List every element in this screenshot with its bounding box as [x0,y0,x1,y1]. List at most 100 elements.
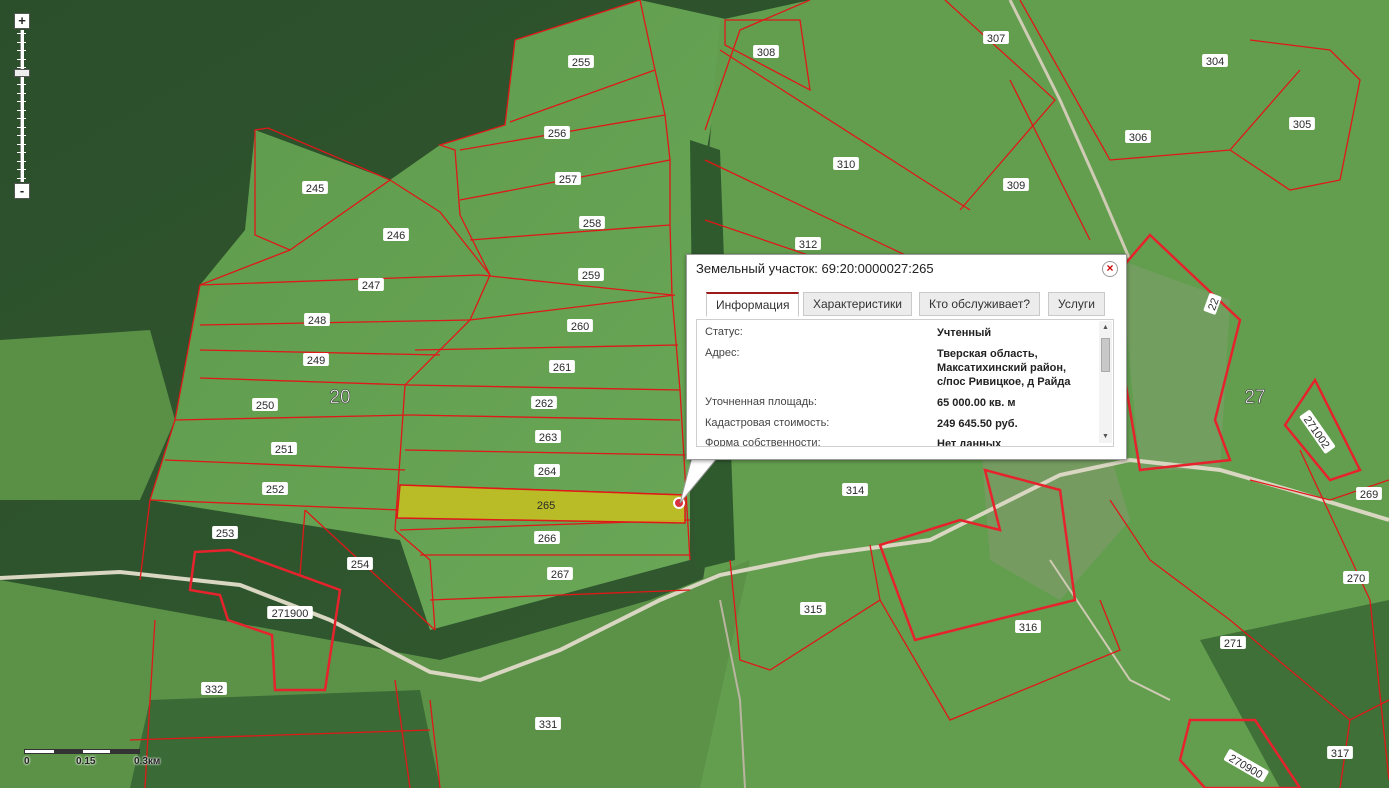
quarter-label-27: 27 [1244,387,1265,408]
zoom-tick [17,41,26,43]
zoom-tick [17,135,26,136]
plot-label-text: 305 [1293,119,1311,131]
scale-label-start: 0 [24,756,30,767]
plot-label-332: 332 [201,682,227,696]
plot-label-text: 332 [205,684,223,696]
plot-label-251: 251 [271,442,297,456]
info-key: Кадастровая стоимость: [705,417,830,429]
tab-information[interactable]: Информация [706,292,800,317]
plot-label-text: 246 [387,230,405,242]
zoom-tick [17,160,26,162]
plot-label-text: 271 [1224,638,1242,650]
scrollbar-thumb[interactable] [1101,338,1110,372]
plot-label-307: 307 [983,31,1009,45]
plot-label-text: 269 [1360,489,1378,501]
zoom-tick [17,143,26,145]
plot-label-245: 245 [302,181,328,195]
plot-label-255: 255 [568,55,594,69]
plot-label-text: 315 [804,604,822,616]
zoom-out-button[interactable]: - [14,183,30,199]
zoom-tick [17,152,26,153]
plot-label-text: 267 [551,569,569,581]
plot-label-269: 269 [1356,487,1382,501]
scale-segment [24,749,56,754]
zoom-tick [17,58,26,60]
scroll-up-icon[interactable]: ▲ [1101,323,1110,332]
plot-label-text: 250 [256,400,274,412]
scale-segment [110,749,140,754]
plot-label-text: 304 [1206,56,1224,68]
plot-label-text: 254 [351,559,369,571]
scale-bar: 0 0.15 0.3км [24,746,194,772]
plot-label-308: 308 [753,45,779,59]
tab-characteristics[interactable]: Характеристики [803,292,912,316]
plot-label-306: 306 [1125,130,1151,144]
plot-label-317: 317 [1327,746,1353,760]
info-key: Форма собственности: [705,437,821,447]
plot-label-258: 258 [579,216,605,230]
plot-label-259: 259 [578,268,604,282]
plot-label-256: 256 [544,126,570,140]
plot-label-252: 252 [262,482,288,496]
info-value: Тверская область, Максатихинский район, … [937,348,1071,388]
plot-label-270: 270 [1343,571,1369,585]
plot-label-266: 266 [534,531,560,545]
zoom-tick [17,126,26,128]
zoom-slider-track[interactable] [20,30,24,182]
plot-label-331: 331 [535,717,561,731]
plot-label-text: 307 [987,33,1005,45]
plot-label-text: 316 [1019,622,1037,634]
info-key: Статус: [705,326,743,338]
plot-label-304: 304 [1202,54,1228,68]
plot-label-267: 267 [547,567,573,581]
zoom-tick [17,118,26,119]
plot-label-264: 264 [534,464,560,478]
plot-label-text: 263 [539,432,557,444]
zoom-tick [17,92,26,94]
zoom-tick [17,101,26,102]
plot-label-254: 254 [347,557,373,571]
plot-label-249: 249 [303,353,329,367]
tab-services[interactable]: Услуги [1048,292,1105,316]
plot-label-text: 249 [307,355,325,367]
scale-segment [82,749,112,754]
plot-label-text: 310 [837,159,855,171]
scale-segment [54,749,84,754]
info-value: Нет данных [937,438,1002,447]
plot-label-text: 252 [266,484,284,496]
zoom-tick [17,169,26,170]
zoom-tick [17,50,26,51]
info-value: 65 000.00 кв. м [937,397,1016,409]
zoom-slider-handle[interactable] [14,69,30,77]
quarter-label-20: 20 [329,387,350,408]
scale-label-end: 0.3км [134,756,161,767]
plot-label-310: 310 [833,157,859,171]
close-button[interactable]: × [1102,261,1118,277]
plot-label-text: 262 [535,398,553,410]
plot-label-text: 258 [583,218,601,230]
plot-label-263: 263 [535,430,561,444]
plot-label-253: 253 [212,526,238,540]
field-area-west [0,330,175,500]
plot-label-257: 257 [555,172,581,186]
zoom-tick [17,33,26,34]
info-panel[interactable]: Статус: Учтенный Адрес: Тверская область… [696,319,1114,447]
plot-label-text: 309 [1007,180,1025,192]
plot-label-246: 246 [383,228,409,242]
zoom-control: + - [14,13,30,199]
zoom-tick [17,109,26,111]
plot-label-text: 270 [1347,573,1365,585]
plot-label-309: 309 [1003,178,1029,192]
zoom-in-button[interactable]: + [14,13,30,29]
plot-label-text: 314 [846,485,864,497]
plot-label-314: 314 [842,483,868,497]
plot-label-text: 259 [582,270,600,282]
panel-scrollbar[interactable]: ▲ ▼ [1099,321,1112,443]
parcel-info-popup: Земельный участок: 69:20:0000027:265 × И… [686,254,1127,460]
info-key: Уточненная площадь: [705,396,817,408]
tab-who-serves[interactable]: Кто обслуживает? [919,292,1040,316]
plot-label-text: 312 [799,239,817,251]
plot-label-text: 261 [553,362,571,374]
scroll-down-icon[interactable]: ▼ [1101,432,1110,441]
info-value: Учтенный [937,327,992,339]
